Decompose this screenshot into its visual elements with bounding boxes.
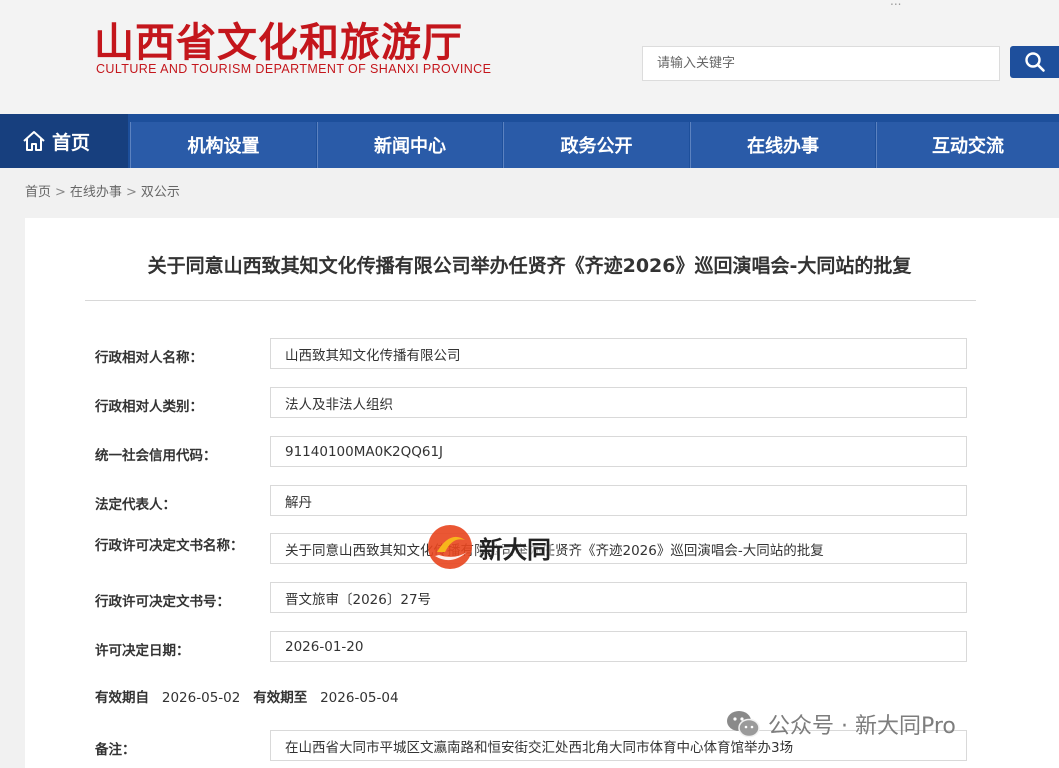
page: ... 山西省文化和旅游厅 CULTURE AND TOURISM DEPART… [0,0,1059,768]
nav-home[interactable]: 首页 [0,114,128,168]
field-value-credit-code: 91140100MA0K2QQ61J [270,436,967,467]
field-value-text: 2026-01-20 [285,638,364,655]
watermark-center: 新大同 [425,522,551,572]
main-nav: 首页 机构设置 新闻中心 政务公开 在线办事 互动交流 [0,114,1059,168]
search-input[interactable] [642,46,1000,81]
field-label-doc-number: 行政许可决定文书号： [95,594,230,610]
breadcrumb-online-service[interactable]: 在线办事 [70,185,122,200]
search-button[interactable] [1010,46,1059,78]
title-divider [85,300,976,301]
watermark-corner: 公众号 · 新大同Pro [726,708,956,740]
breadcrumb: 首页 > 在线办事 > 双公示 [25,181,180,200]
field-label-credit-code: 统一社会信用代码： [95,448,217,464]
nav-item-interaction[interactable]: 互动交流 [876,122,1059,168]
document-title: 关于同意山西致其知文化传播有限公司举办任贤齐《齐迹2026》巡回演唱会-大同站的… [147,255,912,277]
nav-item-gov-info[interactable]: 政务公开 [503,122,689,168]
breadcrumb-current[interactable]: 双公示 [141,185,180,200]
field-value-text: 晋文旅审〔2026〕27号 [285,591,432,608]
field-label-name: 行政相对人名称： [95,350,203,366]
validity-from-value: 2026-05-02 [161,690,241,706]
watermark-logo-icon [425,522,475,572]
breadcrumb-separator: > [125,185,137,200]
field-value-doc-name: 关于同意山西致其知文化传播有限公司举办任贤齐《齐迹2026》巡回演唱会-大同站的… [270,533,967,564]
topbar-links[interactable]: ... [890,0,901,8]
search-icon [1024,51,1046,73]
breadcrumb-separator: > [55,185,66,200]
field-value-doc-number: 晋文旅审〔2026〕27号 [270,582,967,613]
field-value-text: 在山西省大同市平城区文瀛南路和恒安街交汇处西北角大同市体育中心体育馆举办3场 [285,739,794,756]
field-value-text: 法人及非法人组织 [285,396,393,413]
field-value-text: 91140100MA0K2QQ61J [285,443,444,460]
site-logo-title[interactable]: 山西省文化和旅游厅 [94,10,463,68]
field-value-date: 2026-01-20 [270,631,967,662]
home-icon [22,130,46,152]
field-label-category: 行政相对人类别： [95,399,203,415]
validity-to-value: 2026-05-04 [320,690,399,706]
nav-item-org[interactable]: 机构设置 [130,122,316,168]
field-label-legal-rep: 法定代表人： [95,497,176,513]
field-value-text: 关于同意山西致其知文化传播有限公司举办任贤齐《齐迹2026》巡回演唱会-大同站的… [285,542,824,559]
watermark-center-text: 新大同 [479,535,551,564]
field-value-legal-rep: 解丹 [270,485,967,516]
wechat-icon [726,709,760,739]
nav-home-label: 首页 [52,131,91,154]
nav-item-news[interactable]: 新闻中心 [317,122,502,168]
field-value-text: 解丹 [285,494,312,511]
nav-item-online-service[interactable]: 在线办事 [690,122,875,168]
watermark-corner-text: 公众号 · 新大同Pro [768,714,956,739]
site-logo-subtitle: CULTURE AND TOURISM DEPARTMENT OF SHANXI… [96,62,492,76]
validity-from-label: 有效期自 [95,690,149,706]
validity-to-label: 有效期至 [253,690,308,706]
field-value-name: 山西致其知文化传播有限公司 [270,338,967,369]
field-value-category: 法人及非法人组织 [270,387,967,418]
breadcrumb-home[interactable]: 首页 [25,185,51,200]
field-value-text: 山西致其知文化传播有限公司 [285,347,461,364]
validity-period: 有效期自 2026-05-02 有效期至 2026-05-04 [95,686,399,706]
field-label-doc-name: 行政许可决定文书名称： [95,538,244,554]
site-header: ... 山西省文化和旅游厅 CULTURE AND TOURISM DEPART… [0,0,1059,114]
field-label-date: 许可决定日期： [95,643,190,659]
field-label-remark: 备注： [95,742,136,758]
